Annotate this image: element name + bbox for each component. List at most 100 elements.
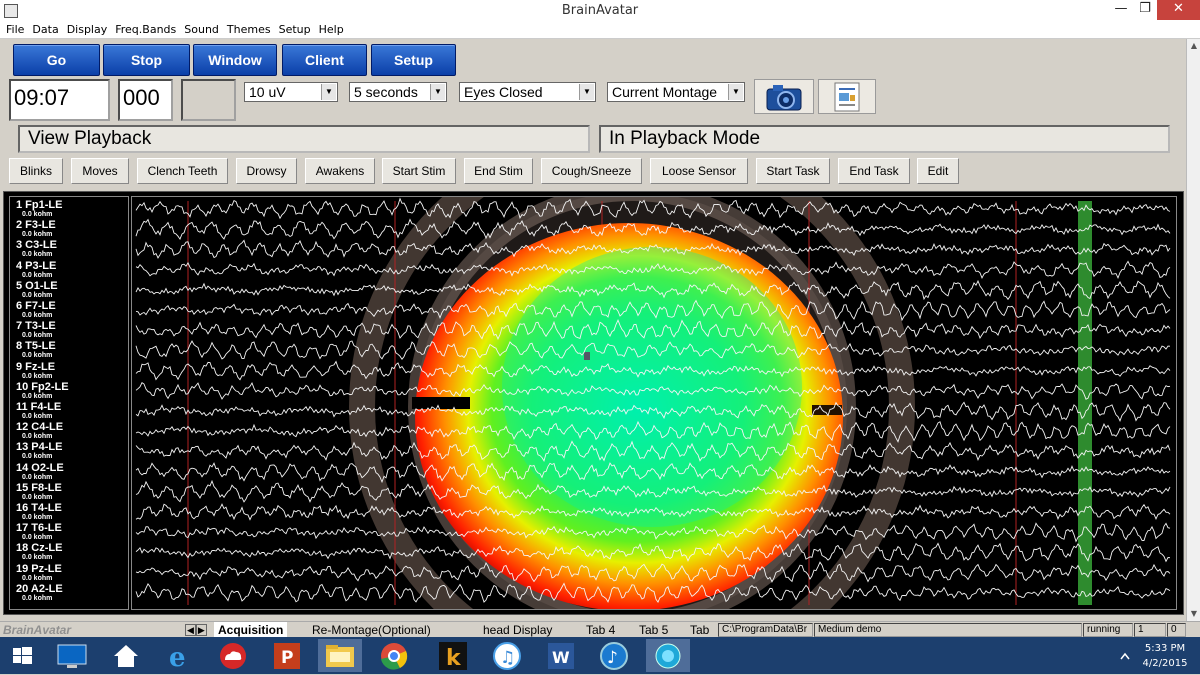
- menu-bar: File Data Display Freq.Bands Sound Themes Setu…: [0, 22, 1200, 39]
- channel-label: 6 F7-LE 0.0 kohm: [16, 300, 56, 320]
- counter-readout: 000: [118, 79, 173, 121]
- channel-name: 20 A2-LE: [16, 582, 63, 595]
- channel-label: 8 T5-LE 0.0 kohm: [16, 341, 56, 360]
- chevron-down-icon[interactable]: ▼: [728, 84, 743, 100]
- window-button[interactable]: Window: [193, 44, 277, 76]
- event-loose-sensor-button[interactable]: Loose Sensor: [650, 158, 748, 184]
- report-button[interactable]: [818, 79, 876, 114]
- channel-name: 13 P4-LE: [16, 441, 63, 454]
- eeg-waveform-panel[interactable]: [131, 196, 1177, 610]
- tab-6[interactable]: Tab: [690, 622, 709, 637]
- montage-select[interactable]: Current Montage ▼: [607, 82, 745, 102]
- title-bar: BrainAvatar — ❐ ✕: [0, 0, 1200, 22]
- ie-button[interactable]: e: [157, 639, 201, 673]
- file-explorer-button[interactable]: [318, 639, 362, 672]
- menu-sound[interactable]: Sound: [180, 22, 223, 38]
- svg-text:P: P: [281, 648, 293, 668]
- menu-display[interactable]: Display: [63, 22, 112, 38]
- menu-data[interactable]: Data: [28, 22, 62, 38]
- channel-name: 16 T4-LE: [16, 502, 62, 514]
- channel-name: 3 C3-LE: [16, 239, 57, 252]
- camera-button[interactable]: [754, 79, 814, 114]
- home-button[interactable]: [104, 639, 148, 672]
- chevron-up-icon: [1120, 652, 1130, 660]
- clock-time: 5:33 PM: [1144, 643, 1186, 654]
- event-clench-teeth-button[interactable]: Clench Teeth: [137, 158, 228, 184]
- state-field: running: [1083, 623, 1133, 637]
- start-icon: [13, 647, 32, 664]
- itunes-button[interactable]: ♫: [485, 639, 529, 672]
- go-button[interactable]: Go: [13, 44, 100, 76]
- client-button[interactable]: Client: [282, 44, 367, 76]
- start-button[interactable]: [2, 639, 46, 672]
- k-app-icon: k: [439, 642, 467, 671]
- menu-setup[interactable]: Setup: [275, 22, 315, 38]
- event-blinks-button[interactable]: Blinks: [9, 158, 63, 184]
- powerpoint-button[interactable]: P: [265, 639, 309, 672]
- tab-4[interactable]: Tab 4: [586, 622, 615, 637]
- maximize-button[interactable]: ❐: [1133, 0, 1157, 20]
- tab-re-montage[interactable]: Re-Montage(Optional): [312, 622, 431, 637]
- word-button[interactable]: W: [539, 639, 583, 672]
- channel-impedance: 0.0 kohm: [22, 211, 53, 218]
- montage-value: Current Montage: [612, 84, 718, 100]
- stop-button[interactable]: Stop: [103, 44, 190, 76]
- bottom-tab-bar: BrainAvatar ◀ ▶ Acquisition Re-Montage(Op…: [0, 621, 1200, 638]
- scroll-up-icon[interactable]: ▲: [1187, 39, 1200, 53]
- scroll-down-icon[interactable]: ▼: [1187, 607, 1200, 621]
- scale-value: 10 uV: [249, 84, 286, 100]
- channel-impedance: 0.0 kohm: [22, 473, 53, 481]
- vertical-scrollbar[interactable]: ▲ ▼: [1186, 39, 1200, 621]
- brainavatar-icon: [655, 643, 681, 669]
- chevron-down-icon[interactable]: ▼: [579, 84, 594, 100]
- channel-name: 6 F7-LE: [16, 300, 56, 312]
- cloud-button[interactable]: [211, 639, 255, 672]
- tab-scroll-arrows[interactable]: ◀ ▶: [185, 622, 211, 637]
- event-awakens-button[interactable]: Awakens: [305, 158, 375, 184]
- event-cough-sneeze-button[interactable]: Cough/Sneeze: [541, 158, 642, 184]
- duration-select[interactable]: 5 seconds ▼: [349, 82, 447, 102]
- channel-impedance: 0.0 kohm: [22, 594, 53, 602]
- channel-impedance: 0.0 kohm: [22, 453, 53, 461]
- event-end-stim-button[interactable]: End Stim: [464, 158, 533, 184]
- chevron-down-icon[interactable]: ▼: [430, 84, 445, 100]
- lenovo-button[interactable]: [50, 639, 94, 672]
- brainavatar-button[interactable]: [646, 639, 690, 672]
- menu-help[interactable]: Help: [315, 22, 348, 38]
- close-button[interactable]: ✕: [1157, 0, 1200, 20]
- menu-freq-bands[interactable]: Freq.Bands: [111, 22, 180, 38]
- channel-label: 19 Pz-LE 0.0 kohm: [16, 563, 62, 582]
- tab-acquisition[interactable]: Acquisition: [214, 622, 288, 637]
- condition-select[interactable]: Eyes Closed ▼: [459, 82, 596, 102]
- tab-head-display[interactable]: head Display: [483, 622, 552, 637]
- chrome-button[interactable]: [372, 639, 416, 672]
- itunes2-button[interactable]: ♪: [592, 639, 636, 672]
- arrow-left-icon[interactable]: ◀: [185, 624, 196, 636]
- event-moves-button[interactable]: Moves: [71, 158, 129, 184]
- event-start-task-button[interactable]: Start Task: [756, 158, 830, 184]
- channel-label: 16 T4-LE 0.0 kohm: [16, 502, 62, 522]
- tab-5[interactable]: Tab 5: [639, 622, 668, 637]
- menu-file[interactable]: File: [0, 22, 28, 38]
- taskbar-clock[interactable]: 5:33 PM 4/2/2015: [1138, 641, 1192, 671]
- channel-name: 9 Fz-LE: [16, 360, 56, 373]
- event-edit-button[interactable]: Edit: [917, 158, 959, 184]
- status-right: In Playback Mode: [599, 125, 1170, 153]
- file-explorer-icon: [326, 645, 354, 667]
- event-start-stim-button[interactable]: Start Stim: [382, 158, 456, 184]
- chevron-down-icon[interactable]: ▼: [321, 84, 336, 100]
- arrow-right-icon[interactable]: ▶: [195, 624, 207, 636]
- scale-select[interactable]: 10 uV ▼: [244, 82, 338, 102]
- event-drowsy-button[interactable]: Drowsy: [236, 158, 297, 184]
- setup-button[interactable]: Setup: [371, 44, 456, 76]
- channel-label-panel: 1 Fp1-LE 0.0 kohm 2 F3-LE 0.0 kohm 3 C3-LE 0.…: [9, 196, 129, 610]
- menu-themes[interactable]: Themes: [223, 22, 275, 38]
- event-end-task-button[interactable]: End Task: [838, 158, 910, 184]
- channel-label: 18 Cz-LE 0.0 kohm: [16, 543, 62, 562]
- notification-button[interactable]: [1117, 639, 1133, 672]
- k-app-button[interactable]: k: [431, 639, 475, 672]
- minimize-button[interactable]: —: [1109, 0, 1133, 20]
- window-title: BrainAvatar: [561, 3, 639, 18]
- channel-name: 14 O2-LE: [16, 461, 64, 474]
- num2-field: 0: [1167, 623, 1186, 637]
